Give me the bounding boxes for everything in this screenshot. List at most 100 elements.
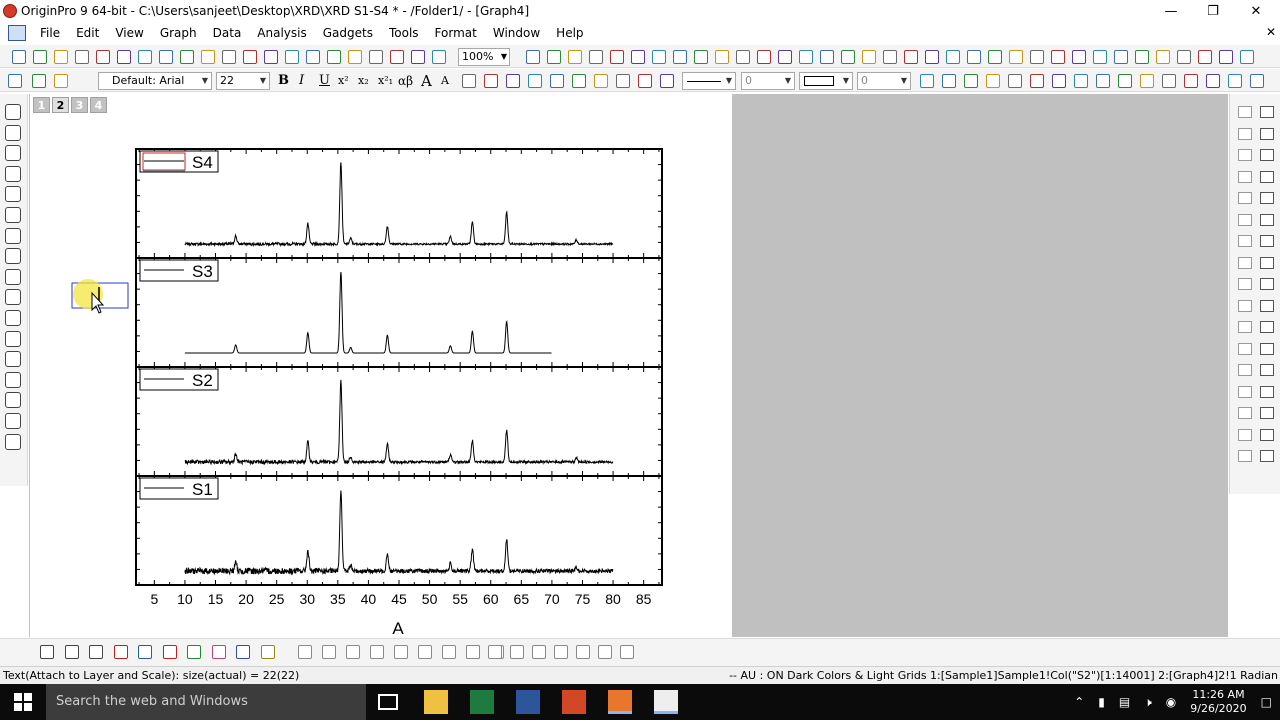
xrd-stacked-graph[interactable]: S4 S3 S2 S1 5 10 15 20 25 30 35 40 45 50 55 60 65 70 75 80… xyxy=(0,0,1280,720)
x-tick-label[interactable]: 65 xyxy=(514,591,530,607)
x-tick-label[interactable]: 5 xyxy=(150,591,158,607)
plot-type-icon[interactable] xyxy=(370,645,384,659)
x-tick-label[interactable]: 40 xyxy=(361,591,377,607)
x-tick-label[interactable]: 75 xyxy=(575,591,591,607)
plot-type-icon[interactable] xyxy=(510,645,524,659)
plot-type-icon[interactable] xyxy=(298,645,312,659)
start-button[interactable] xyxy=(0,684,46,720)
x-tick-label[interactable]: 25 xyxy=(269,591,285,607)
plot-type-icon[interactable] xyxy=(64,645,79,659)
layer-panel-s1[interactable]: S1 xyxy=(135,475,663,586)
layout-tool-icon[interactable] xyxy=(1238,106,1252,118)
x-tick-label[interactable]: 55 xyxy=(452,591,468,607)
layout-tool-icon[interactable] xyxy=(1238,321,1252,333)
plot-type-icon[interactable] xyxy=(236,645,250,659)
camera-icon[interactable]: ◉ xyxy=(1166,695,1176,709)
x-tick-label[interactable]: 50 xyxy=(422,591,438,607)
layout-tool-icon[interactable] xyxy=(1260,385,1274,398)
x-axis-title[interactable]: A xyxy=(392,619,404,638)
legend-s3[interactable]: S3 xyxy=(139,259,219,282)
layout-tool-icon[interactable] xyxy=(1260,342,1274,355)
layout-tool-icon[interactable] xyxy=(1238,235,1252,247)
plot-type-icon[interactable] xyxy=(532,645,546,659)
task-view-icon[interactable] xyxy=(378,694,398,710)
layout-tool-icon[interactable] xyxy=(1260,299,1274,312)
layer-panel-s4[interactable]: S4 xyxy=(135,148,663,259)
x-tick-label[interactable]: 15 xyxy=(208,591,224,607)
layout-tool-icon[interactable] xyxy=(1238,149,1252,161)
layout-tool-icon[interactable] xyxy=(1238,256,1252,269)
layout-tool-icon[interactable] xyxy=(1260,428,1274,441)
plot-type-icon[interactable] xyxy=(442,645,456,659)
plot-type-icon[interactable] xyxy=(211,645,226,659)
layout-tool-icon[interactable] xyxy=(1260,407,1274,419)
legend-s1[interactable]: S1 xyxy=(139,477,219,500)
layout-tool-icon[interactable] xyxy=(1238,192,1252,204)
word-icon[interactable] xyxy=(516,690,540,714)
plot-type-icon[interactable] xyxy=(576,645,590,659)
legend-s4[interactable]: S4 xyxy=(139,150,219,173)
x-tick-label[interactable]: 10 xyxy=(177,591,193,607)
powerpoint-icon[interactable] xyxy=(562,690,586,714)
taskbar-search-box[interactable]: Search the web and Windows xyxy=(46,684,366,720)
file-explorer-icon[interactable] xyxy=(424,690,448,714)
layout-tool-icon[interactable] xyxy=(1260,149,1274,161)
layout-tool-icon[interactable] xyxy=(1238,299,1252,312)
excel-icon[interactable] xyxy=(470,690,494,714)
x-tick-label[interactable]: 20 xyxy=(238,591,254,607)
layout-tool-icon[interactable] xyxy=(1260,321,1274,333)
layout-tool-icon[interactable] xyxy=(1238,385,1252,398)
layout-tool-icon[interactable] xyxy=(1238,213,1252,226)
layout-tool-icon[interactable] xyxy=(1260,213,1274,226)
x-tick-label[interactable]: 60 xyxy=(483,591,499,607)
layout-tool-icon[interactable] xyxy=(1260,106,1274,118)
layout-tool-icon[interactable] xyxy=(1260,235,1274,247)
layer-panel-s2[interactable]: S2 xyxy=(135,366,663,477)
chevron-up-icon[interactable]: ⌃ xyxy=(1074,695,1084,709)
volume-icon[interactable]: 🕨 xyxy=(1144,695,1152,710)
layer-panel-s3[interactable]: S3 xyxy=(135,257,663,368)
plot-type-icon[interactable] xyxy=(187,645,201,659)
layout-tool-icon[interactable] xyxy=(1238,127,1252,140)
plot-type-icon[interactable] xyxy=(598,645,612,659)
plot-type-icon[interactable] xyxy=(89,645,103,659)
plot-type-icon[interactable] xyxy=(620,645,634,659)
layout-tool-icon[interactable] xyxy=(1238,170,1252,183)
legend-s2[interactable]: S2 xyxy=(139,368,219,391)
plot-type-icon[interactable] xyxy=(138,645,152,659)
x-tick-label[interactable]: 30 xyxy=(299,591,315,607)
plot-type-icon[interactable] xyxy=(554,645,568,659)
plot-type-icon[interactable] xyxy=(394,645,408,659)
plot-type-icon[interactable] xyxy=(346,645,360,659)
layout-tool-icon[interactable] xyxy=(1260,278,1274,290)
layout-tool-icon[interactable] xyxy=(1260,450,1274,462)
plot-type-icon[interactable] xyxy=(418,645,432,659)
layout-tool-icon[interactable] xyxy=(1238,342,1252,355)
x-tick-label[interactable]: 85 xyxy=(636,591,652,607)
plot-type-icon[interactable] xyxy=(260,645,275,659)
x-tick-label[interactable]: 70 xyxy=(544,591,560,607)
plot-type-icon[interactable] xyxy=(466,645,480,659)
taskbar-clock[interactable]: 11:26 AM 9/26/2020 xyxy=(1190,688,1246,716)
plot-type-icon[interactable] xyxy=(113,645,128,659)
layout-tool-icon[interactable] xyxy=(1238,407,1252,419)
notifications-icon[interactable]: □ xyxy=(1261,695,1272,709)
layout-tool-icon[interactable] xyxy=(1238,364,1252,376)
layout-tool-icon[interactable] xyxy=(1260,364,1274,376)
plot-type-icon[interactable] xyxy=(162,645,177,659)
layout-tool-icon[interactable] xyxy=(1260,127,1274,140)
layout-tool-icon[interactable] xyxy=(1260,256,1274,269)
plot-type-icon[interactable] xyxy=(488,645,502,659)
network-icon[interactable]: ▤ xyxy=(1119,695,1130,709)
layout-tool-icon[interactable] xyxy=(1260,170,1274,183)
x-tick-label[interactable]: 80 xyxy=(605,591,621,607)
battery-icon[interactable]: ▮ xyxy=(1098,695,1105,709)
recorder-app-icon[interactable] xyxy=(608,690,632,714)
origin-taskbar-icon[interactable] xyxy=(654,690,678,714)
plot-type-icon[interactable] xyxy=(40,645,54,659)
layout-tool-icon[interactable] xyxy=(1238,428,1252,441)
layout-tool-icon[interactable] xyxy=(1260,192,1274,204)
x-tick-label[interactable]: 35 xyxy=(330,591,346,607)
plot-type-icon[interactable] xyxy=(322,645,336,659)
x-tick-label[interactable]: 45 xyxy=(391,591,407,607)
